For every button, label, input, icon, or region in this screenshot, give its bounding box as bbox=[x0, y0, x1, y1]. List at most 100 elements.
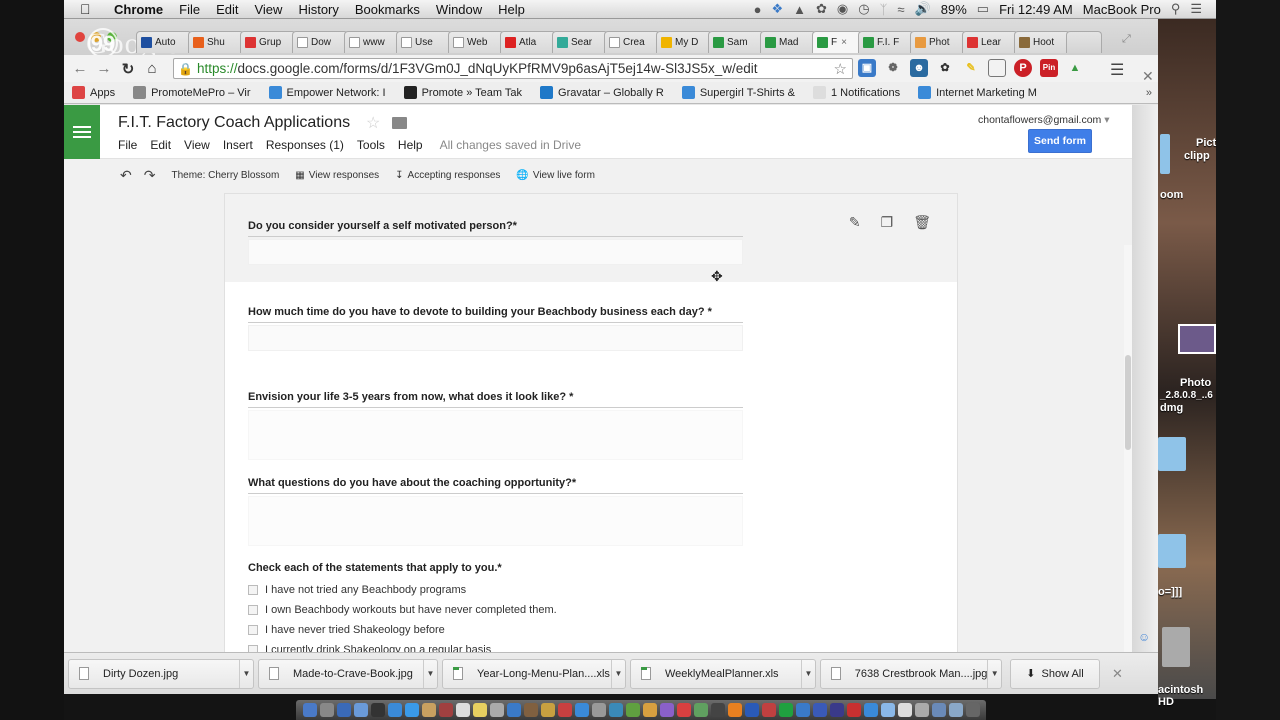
notification-center-icon[interactable]: ☰ bbox=[1190, 1, 1202, 17]
dock-app-icon[interactable] bbox=[404, 703, 419, 717]
dock-app-icon[interactable] bbox=[676, 703, 691, 717]
download-menu-caret[interactable]: ▼ bbox=[239, 659, 253, 688]
desktop-folder-icon[interactable] bbox=[1158, 437, 1186, 471]
dock-app-icon[interactable] bbox=[778, 703, 793, 717]
browser-tab[interactable]: My D bbox=[656, 31, 712, 53]
dock-app-icon[interactable] bbox=[336, 703, 351, 717]
pencil-extension-icon[interactable]: ✎ bbox=[962, 59, 980, 77]
answer-field[interactable] bbox=[248, 239, 743, 265]
checkbox[interactable] bbox=[248, 605, 258, 615]
battery-percent[interactable]: 89% bbox=[941, 2, 967, 17]
google-drive-icon[interactable]: ▲ bbox=[793, 2, 806, 17]
forms-menu-responses[interactable]: Responses (1) bbox=[266, 138, 344, 152]
bookmark-item[interactable]: Empower Network: I bbox=[268, 86, 386, 99]
download-item[interactable]: Year-Long-Menu-Plan....xls ▼ bbox=[442, 658, 626, 689]
dock-app-icon[interactable] bbox=[591, 703, 606, 717]
dock-app-icon[interactable] bbox=[710, 703, 725, 717]
forms-menu-help[interactable]: Help bbox=[398, 138, 423, 152]
theme-button[interactable]: Theme: Cherry Blossom bbox=[171, 170, 279, 181]
chat-icon[interactable]: ☺ bbox=[1138, 630, 1150, 644]
clock[interactable]: Fri 12:49 AM bbox=[999, 2, 1073, 17]
green-extension-icon[interactable]: ▲ bbox=[1066, 59, 1084, 77]
desktop-file-icon[interactable] bbox=[1160, 134, 1170, 174]
download-menu-caret[interactable]: ▼ bbox=[987, 659, 1001, 688]
form-title[interactable]: F.I.T. Factory Coach Applications bbox=[118, 114, 350, 132]
checkbox-option[interactable]: I have not tried any Beachbody programs bbox=[248, 580, 557, 600]
dock-app-icon[interactable] bbox=[965, 703, 980, 717]
dock-app-icon[interactable] bbox=[693, 703, 708, 717]
browser-tab[interactable]: Shu bbox=[188, 31, 244, 53]
desktop-photo-icon[interactable] bbox=[1178, 324, 1216, 354]
dock-app-icon[interactable] bbox=[319, 703, 334, 717]
dock-app-icon[interactable] bbox=[744, 703, 759, 717]
menu-window[interactable]: Window bbox=[428, 2, 490, 17]
browser-tab[interactable]: F.I. F bbox=[858, 31, 914, 53]
download-item[interactable]: 7638 Crestbrook Man....jpg ▼ bbox=[820, 658, 1002, 689]
account-switcher[interactable]: chontaflowers@gmail.com ▾ bbox=[978, 114, 1110, 126]
address-bar[interactable]: 🔒 https:// docs.google.com/forms/d/1F3VG… bbox=[173, 58, 853, 79]
forms-menu-edit[interactable]: Edit bbox=[150, 138, 171, 152]
dock-app-icon[interactable] bbox=[642, 703, 657, 717]
menu-help[interactable]: Help bbox=[490, 2, 533, 17]
dock-app-icon[interactable] bbox=[421, 703, 436, 717]
delete-trash-icon[interactable]: 🗑 bbox=[913, 214, 931, 231]
dock-app-icon[interactable] bbox=[489, 703, 504, 717]
new-tab-button[interactable] bbox=[1066, 31, 1102, 53]
forms-menu-file[interactable]: File bbox=[118, 138, 137, 152]
dock-app-icon[interactable] bbox=[353, 703, 368, 717]
dropbox-icon[interactable]: ❖ bbox=[771, 1, 783, 17]
dock-app-icon[interactable] bbox=[931, 703, 946, 717]
dock-app-icon[interactable] bbox=[846, 703, 861, 717]
stack-icon[interactable]: ◉ bbox=[837, 1, 848, 17]
forms-home-icon[interactable] bbox=[64, 105, 100, 159]
answer-field[interactable] bbox=[248, 410, 743, 460]
avatar-extension-icon[interactable]: ☻ bbox=[910, 59, 928, 77]
folder-icon[interactable] bbox=[392, 117, 407, 129]
browser-tab[interactable]: Mad bbox=[760, 31, 816, 53]
answer-field[interactable] bbox=[248, 325, 743, 351]
dock-app-icon[interactable] bbox=[608, 703, 623, 717]
dock-app-icon[interactable] bbox=[370, 703, 385, 717]
browser-tab[interactable]: Grup bbox=[240, 31, 296, 53]
dock-app-icon[interactable] bbox=[302, 703, 317, 717]
dock-app-icon[interactable] bbox=[727, 703, 742, 717]
question-item[interactable]: How much time do you have to devote to b… bbox=[248, 306, 743, 351]
browser-tab[interactable]: Phot bbox=[910, 31, 966, 53]
checkbox[interactable] bbox=[248, 585, 258, 595]
browser-tab[interactable]: Lear bbox=[962, 31, 1018, 53]
view-responses-button[interactable]: ▦ View responses bbox=[295, 170, 379, 181]
menu-bookmarks[interactable]: Bookmarks bbox=[347, 2, 428, 17]
browser-tab[interactable]: Auto bbox=[136, 31, 192, 53]
forms-menu-insert[interactable]: Insert bbox=[223, 138, 253, 152]
checkbox-option[interactable]: I have never tried Shakeology before bbox=[248, 620, 557, 640]
desktop-folder-icon[interactable] bbox=[1158, 534, 1186, 568]
dock-app-icon[interactable] bbox=[540, 703, 555, 717]
menu-history[interactable]: History bbox=[290, 2, 346, 17]
bookmark-item[interactable]: PromoteMePro – Vir bbox=[133, 86, 251, 99]
user-name[interactable]: MacBook Pro bbox=[1083, 2, 1161, 17]
back-icon[interactable]: ← bbox=[68, 60, 92, 77]
dock-app-icon[interactable] bbox=[506, 703, 521, 717]
bookmark-item[interactable]: Gravatar – Globally R bbox=[540, 86, 664, 99]
volume-icon[interactable]: 🔊 bbox=[915, 1, 931, 17]
page-scrollbar[interactable] bbox=[1124, 245, 1132, 652]
spotlight-search-icon[interactable]: ⚲ bbox=[1171, 1, 1181, 17]
close-shelf-icon[interactable]: ✕ bbox=[1112, 666, 1123, 682]
bookmark-item[interactable]: 1 Notifications bbox=[812, 86, 900, 99]
time-machine-icon[interactable]: ◷ bbox=[858, 1, 869, 17]
forms-menu-tools[interactable]: Tools bbox=[357, 138, 385, 152]
view-live-form-button[interactable]: 🌐 View live form bbox=[516, 170, 595, 181]
dock-app-icon[interactable] bbox=[761, 703, 776, 717]
redo-icon[interactable]: ↷ bbox=[144, 167, 156, 184]
bookmark-item[interactable]: Internet Marketing M bbox=[918, 86, 1037, 99]
checkbox-question[interactable]: Check each of the statements that apply … bbox=[248, 562, 557, 653]
undo-icon[interactable]: ↶ bbox=[120, 167, 132, 184]
download-item[interactable]: WeeklyMealPlanner.xls ▼ bbox=[630, 658, 816, 689]
forward-icon[interactable]: → bbox=[92, 60, 116, 77]
scrollbar-thumb[interactable] bbox=[1125, 355, 1131, 450]
browser-tab[interactable]: Use bbox=[396, 31, 452, 53]
dock-app-icon[interactable] bbox=[557, 703, 572, 717]
dock-app-icon[interactable] bbox=[387, 703, 402, 717]
download-menu-caret[interactable]: ▼ bbox=[611, 659, 625, 688]
fullscreen-icon[interactable]: ⤢ bbox=[1122, 33, 1131, 46]
